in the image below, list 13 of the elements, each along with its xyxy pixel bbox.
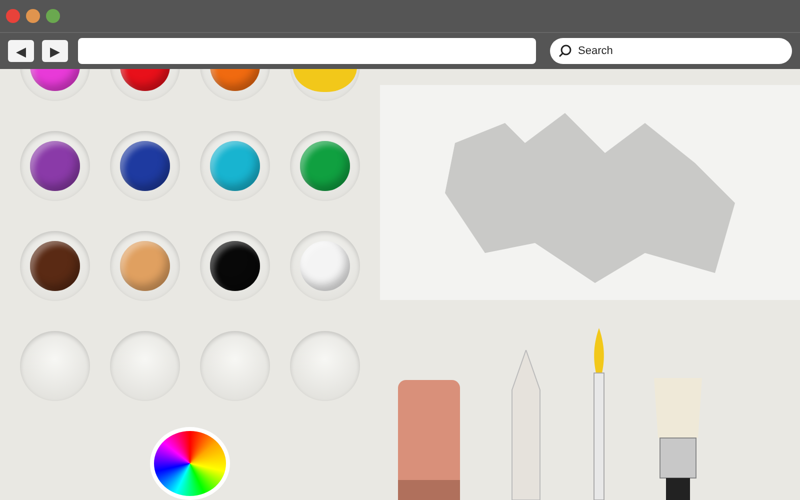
search-input[interactable]: Search	[576, 44, 730, 58]
paint-well[interactable]	[120, 141, 170, 191]
search-icon	[558, 44, 572, 58]
window-control-dot[interactable]	[6, 9, 20, 23]
paint-well[interactable]	[210, 241, 260, 291]
search-bar[interactable]: Search	[550, 38, 792, 64]
window-control-dot[interactable]	[26, 9, 40, 23]
forward-button[interactable]: ▶	[42, 40, 68, 62]
back-button[interactable]: ◀	[8, 40, 34, 62]
paint-well[interactable]	[30, 241, 80, 291]
address-field[interactable]	[78, 38, 536, 64]
window-control-dot[interactable]	[46, 9, 60, 23]
paint-well[interactable]	[30, 141, 80, 191]
